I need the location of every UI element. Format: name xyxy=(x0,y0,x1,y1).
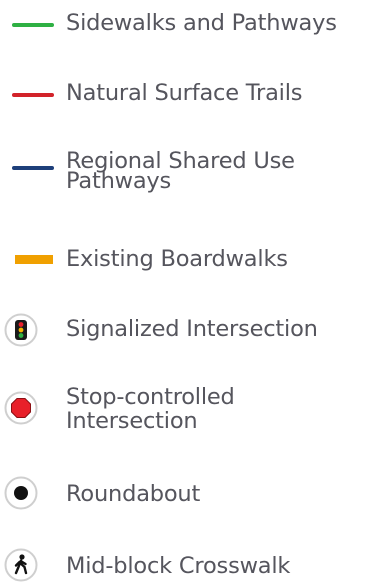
legend-item-roundabout: Roundabout xyxy=(0,472,368,520)
pedestrian-icon xyxy=(4,548,38,582)
legend-label: Sidewalks and Pathways xyxy=(66,10,337,36)
legend-item-stop-controlled: Stop-controlled Intersection xyxy=(0,376,368,440)
roundabout-icon xyxy=(4,476,38,510)
legend-item-natural-trails: Natural Surface Trails xyxy=(0,70,368,118)
stop-sign-icon xyxy=(4,391,38,425)
legend-label-line2: Intersection xyxy=(66,408,198,434)
orange-bar-symbol xyxy=(15,255,53,264)
red-line-symbol xyxy=(12,93,54,97)
legend-label-line2: Pathways xyxy=(66,168,172,194)
legend-item-sidewalks: Sidewalks and Pathways xyxy=(0,0,368,48)
legend-label: Existing Boardwalks xyxy=(66,246,288,272)
legend-item-signalized: Signalized Intersection xyxy=(0,306,368,354)
green-line-symbol xyxy=(12,23,54,27)
legend-item-crosswalk: Mid-block Crosswalk xyxy=(0,542,368,582)
legend-item-boardwalks: Existing Boardwalks xyxy=(0,236,368,284)
legend-label: Stop-controlled xyxy=(66,384,235,410)
legend-label: Natural Surface Trails xyxy=(66,80,303,106)
legend-label: Mid-block Crosswalk xyxy=(66,553,291,579)
legend-label: Roundabout xyxy=(66,481,201,507)
navy-line-symbol xyxy=(12,166,54,170)
legend-item-regional-pathways: Regional Shared Use Pathways xyxy=(0,140,368,204)
traffic-light-icon xyxy=(4,313,38,347)
legend-label: Signalized Intersection xyxy=(66,316,318,342)
